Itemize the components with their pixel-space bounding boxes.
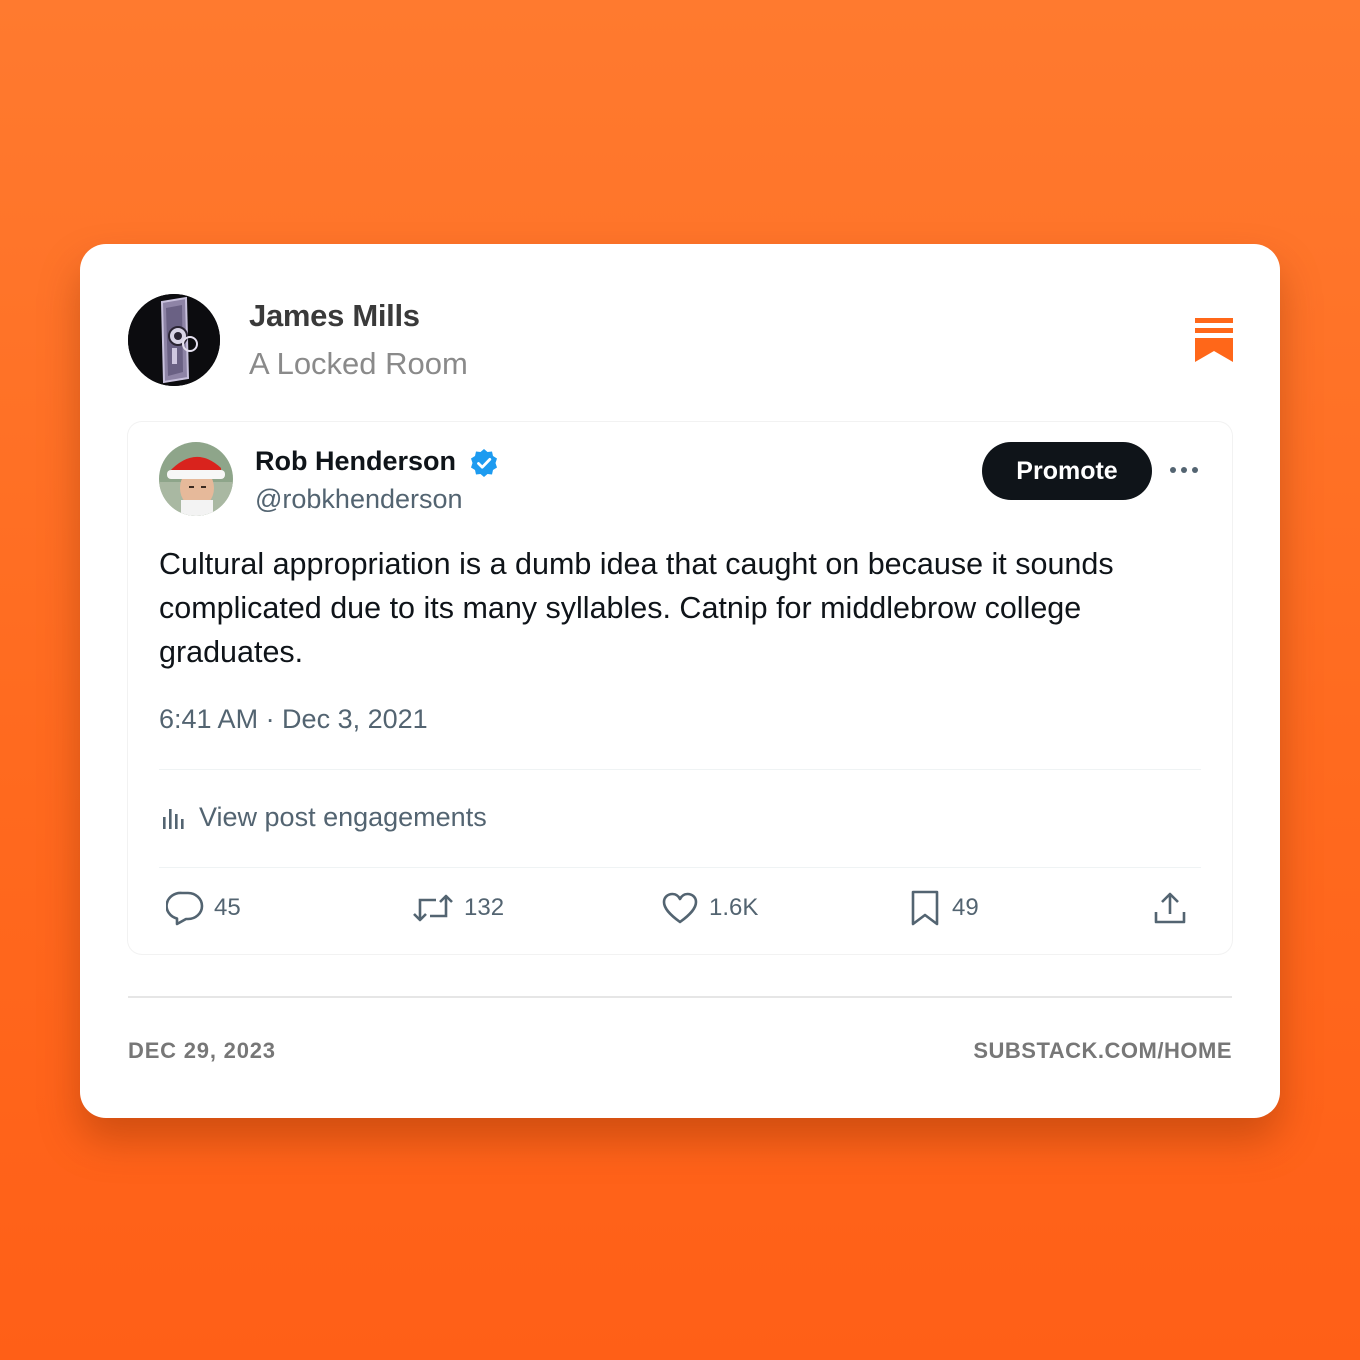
tweet-author-name[interactable]: Rob Henderson [255, 446, 456, 477]
share-upload-icon [1154, 892, 1186, 924]
bookmark-count: 49 [952, 894, 979, 921]
reply-button[interactable]: 45 [166, 888, 241, 928]
speech-bubble-icon [166, 891, 204, 926]
promote-button[interactable]: Promote [982, 442, 1152, 500]
share-button[interactable] [1152, 888, 1198, 928]
tweet-text: Cultural appropriation is a dumb idea th… [159, 547, 1114, 669]
repost-count: 132 [464, 894, 505, 921]
embedded-tweet[interactable]: Rob Henderson @robkhenderson Promote Cul… [128, 422, 1232, 954]
heart-icon [662, 892, 698, 924]
tweet-author-handle[interactable]: @robkhenderson [255, 484, 463, 515]
site-link[interactable]: SUBSTACK.COM/HOME [973, 1038, 1232, 1064]
like-button[interactable]: 1.6K [661, 888, 758, 928]
publication-name[interactable]: A Locked Room [249, 346, 468, 382]
analytics-bars-icon [163, 809, 184, 829]
more-horizontal-icon[interactable] [1167, 452, 1201, 488]
author-name[interactable]: James Mills [249, 298, 420, 334]
substack-logo-icon[interactable] [1195, 318, 1233, 362]
post-card: James Mills A Locked Room Rob Henderson [80, 244, 1280, 1118]
view-engagements-label: View post engagements [199, 801, 487, 832]
verified-badge-icon [469, 448, 499, 478]
repost-arrows-icon [413, 894, 453, 922]
tweet-timestamp[interactable]: 6:41 AM · Dec 3, 2021 [159, 704, 428, 735]
card-divider [128, 996, 1232, 998]
reply-count: 45 [214, 894, 241, 921]
tweet-divider [159, 867, 1201, 868]
tweet-author-avatar[interactable] [159, 442, 233, 516]
post-date: DEC 29, 2023 [128, 1038, 276, 1063]
bookmark-icon [911, 890, 939, 926]
bookmark-button[interactable]: 49 [908, 888, 979, 928]
view-engagements-link[interactable]: View post engagements [159, 797, 487, 837]
repost-button[interactable]: 132 [412, 888, 504, 928]
tweet-divider [159, 769, 1201, 770]
like-count: 1.6K [709, 894, 759, 921]
author-avatar[interactable] [128, 294, 220, 386]
